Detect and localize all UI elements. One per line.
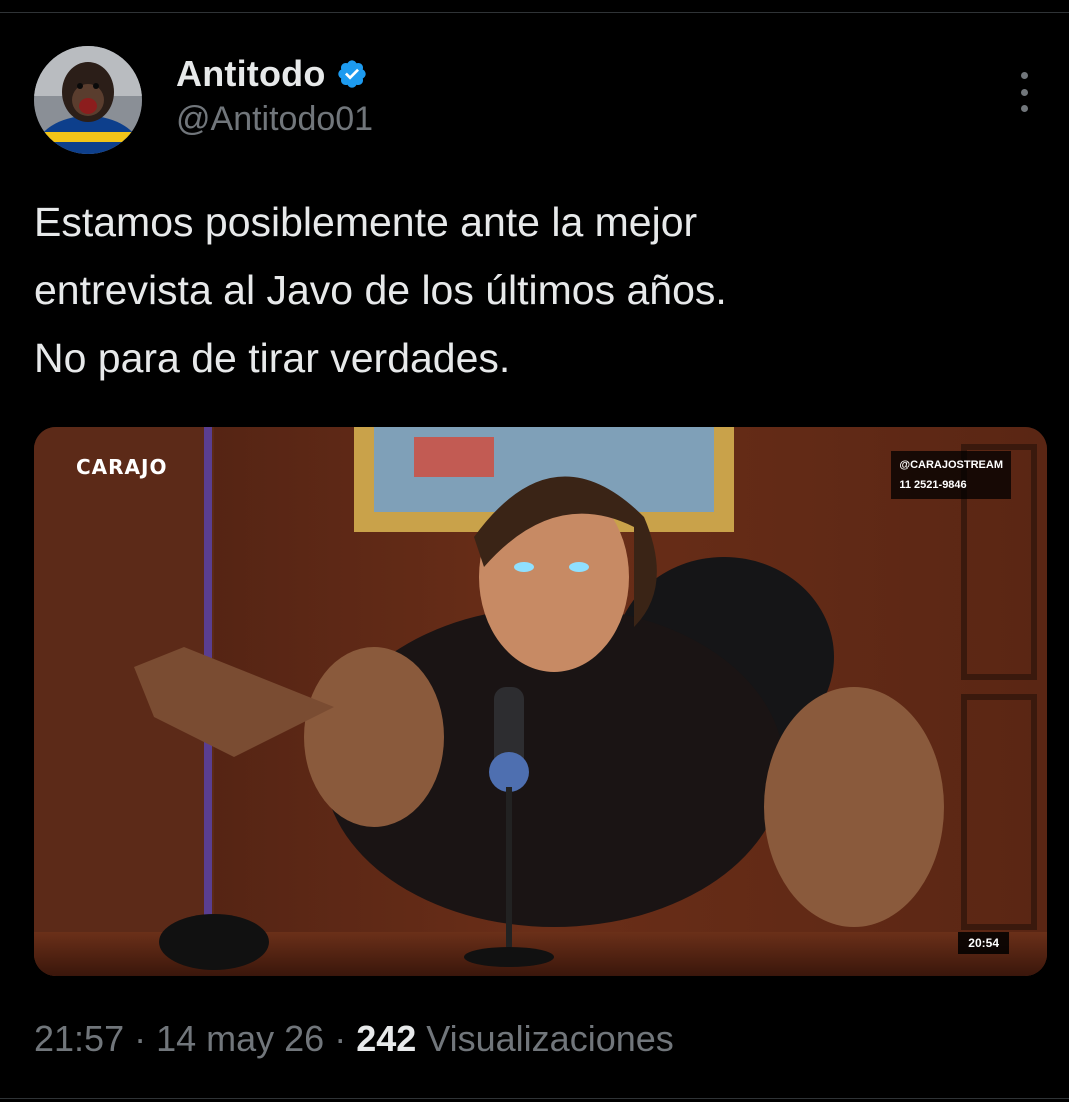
media-social-line: 11 2521-9846 bbox=[899, 479, 967, 491]
top-divider bbox=[0, 12, 1069, 13]
avatar-image bbox=[34, 46, 142, 154]
more-options-button[interactable] bbox=[1010, 72, 1038, 112]
tweet-text: Estamos posiblemente ante la mejor entre… bbox=[34, 188, 1034, 392]
verified-badge-icon[interactable] bbox=[336, 58, 368, 90]
tweet-meta: 21:57 · 14 may 26 · 242 Visualizaciones bbox=[34, 1018, 674, 1060]
bottom-divider bbox=[0, 1098, 1069, 1099]
name-row: Antitodo bbox=[176, 52, 373, 96]
tweet-text-line: Estamos posiblemente ante la mejor bbox=[34, 199, 698, 245]
tweet-time[interactable]: 21:57 bbox=[34, 1018, 124, 1059]
more-vertical-icon-dot bbox=[1020, 88, 1028, 96]
tweet-header: Antitodo @Antitodo01 bbox=[176, 52, 373, 139]
meta-separator: · bbox=[324, 1018, 357, 1059]
tweet-text-line: entrevista al Javo de los últimos años. bbox=[34, 267, 727, 313]
media-logo-text: CARAJO bbox=[76, 455, 168, 479]
tweet-media-image[interactable]: CARAJO @CARAJOSTREAM 11 2521-9846 20:54 bbox=[34, 427, 1047, 976]
author-display-name[interactable]: Antitodo bbox=[176, 53, 326, 95]
author-handle[interactable]: @Antitodo01 bbox=[176, 100, 373, 139]
views-count: 242 bbox=[356, 1018, 417, 1059]
media-timestamp: 20:54 bbox=[958, 932, 1009, 954]
meta-separator: · bbox=[124, 1018, 157, 1059]
media-social-overlay: @CARAJOSTREAM 11 2521-9846 bbox=[891, 451, 1011, 499]
media-social-line: @CARAJOSTREAM bbox=[899, 459, 1003, 471]
media-illustration bbox=[34, 427, 1047, 976]
more-vertical-icon-dot bbox=[1020, 105, 1028, 112]
author-avatar[interactable] bbox=[34, 46, 142, 154]
tweet-text-line: No para de tirar verdades. bbox=[34, 335, 511, 381]
tweet-date[interactable]: 14 may 26 bbox=[156, 1018, 324, 1059]
more-vertical-icon bbox=[1020, 72, 1028, 79]
views-label: Visualizaciones bbox=[416, 1018, 674, 1059]
